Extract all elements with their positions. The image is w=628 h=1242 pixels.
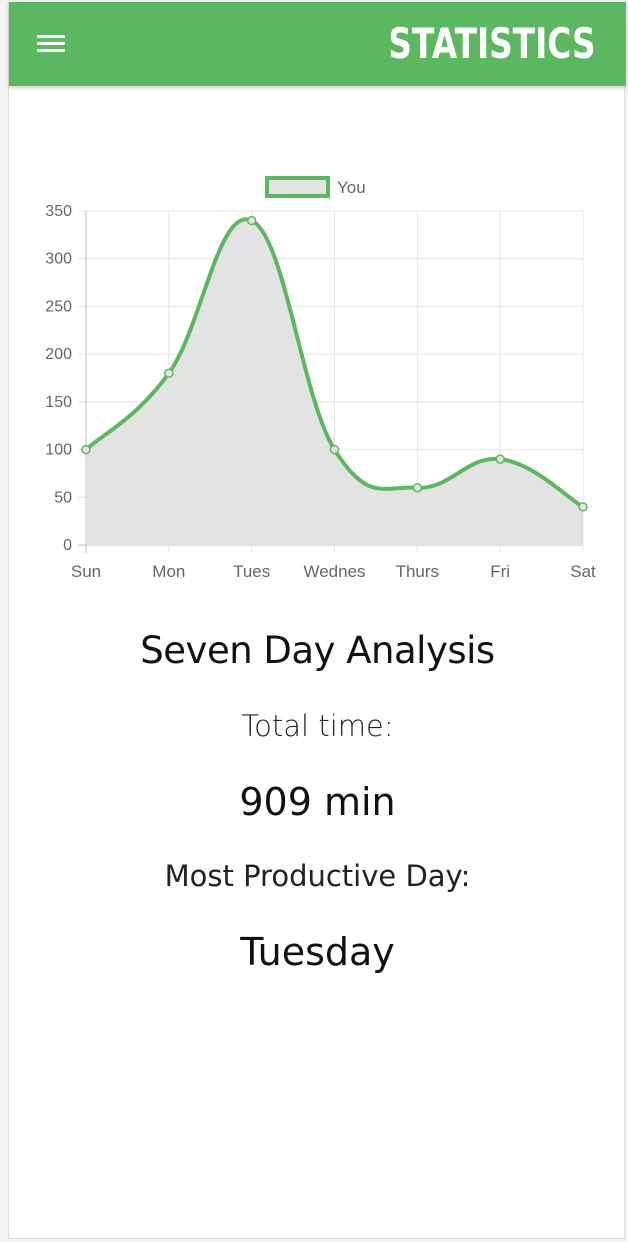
total-time-label: Total time: [241, 709, 394, 743]
data-point [578, 502, 588, 512]
data-point [81, 444, 91, 455]
x-tick-label: Tues [233, 562, 270, 581]
x-tick-label: Wednes [303, 562, 365, 581]
y-tick-label: 350 [45, 203, 72, 220]
menu-line [37, 42, 65, 45]
menu-line [37, 49, 65, 52]
y-tick-label: 150 [45, 394, 72, 411]
productive-day-label: Most Productive Day: [164, 859, 471, 893]
data-point [495, 454, 505, 464]
y-tick-label: 250 [45, 298, 72, 315]
y-tick-label: 0 [63, 537, 72, 554]
menu-line [37, 35, 65, 38]
data-point [329, 444, 340, 455]
hamburger-menu-icon[interactable] [31, 26, 71, 62]
x-tick-label: Sat [570, 562, 596, 581]
x-tick-label: Thurs [396, 562, 439, 581]
data-point [164, 368, 174, 378]
page-title: STATISTICS [388, 19, 596, 68]
y-tick-label: 50 [54, 489, 72, 506]
legend-swatch [265, 176, 330, 198]
total-time-value: 909 min [239, 780, 396, 824]
y-tick-label: 100 [45, 442, 72, 459]
weekly-time-chart: 0 50 100 150 200 250 300 350 Sun Mon Tues Wednes Thu… [45, 176, 596, 581]
app-frame: STATISTICS 0 50 100 150 200 250 300 350 Sun Mon Tu… [8, 2, 626, 1239]
y-tick-label: 200 [45, 346, 72, 363]
data-point [246, 215, 257, 226]
legend-label: You [337, 178, 366, 197]
x-tick-label: Mon [152, 562, 185, 581]
app-header: STATISTICS [9, 2, 626, 86]
x-tick-label: Sun [71, 562, 101, 581]
y-tick-label: 300 [45, 251, 72, 268]
productive-day-value: Tuesday [240, 930, 395, 974]
data-point [412, 482, 423, 493]
x-tick-label: Fri [490, 562, 510, 581]
analysis-heading: Seven Day Analysis [140, 629, 495, 672]
chart-container: 0 50 100 150 200 250 300 350 Sun Mon Tues Wednes Thu… [9, 162, 626, 592]
